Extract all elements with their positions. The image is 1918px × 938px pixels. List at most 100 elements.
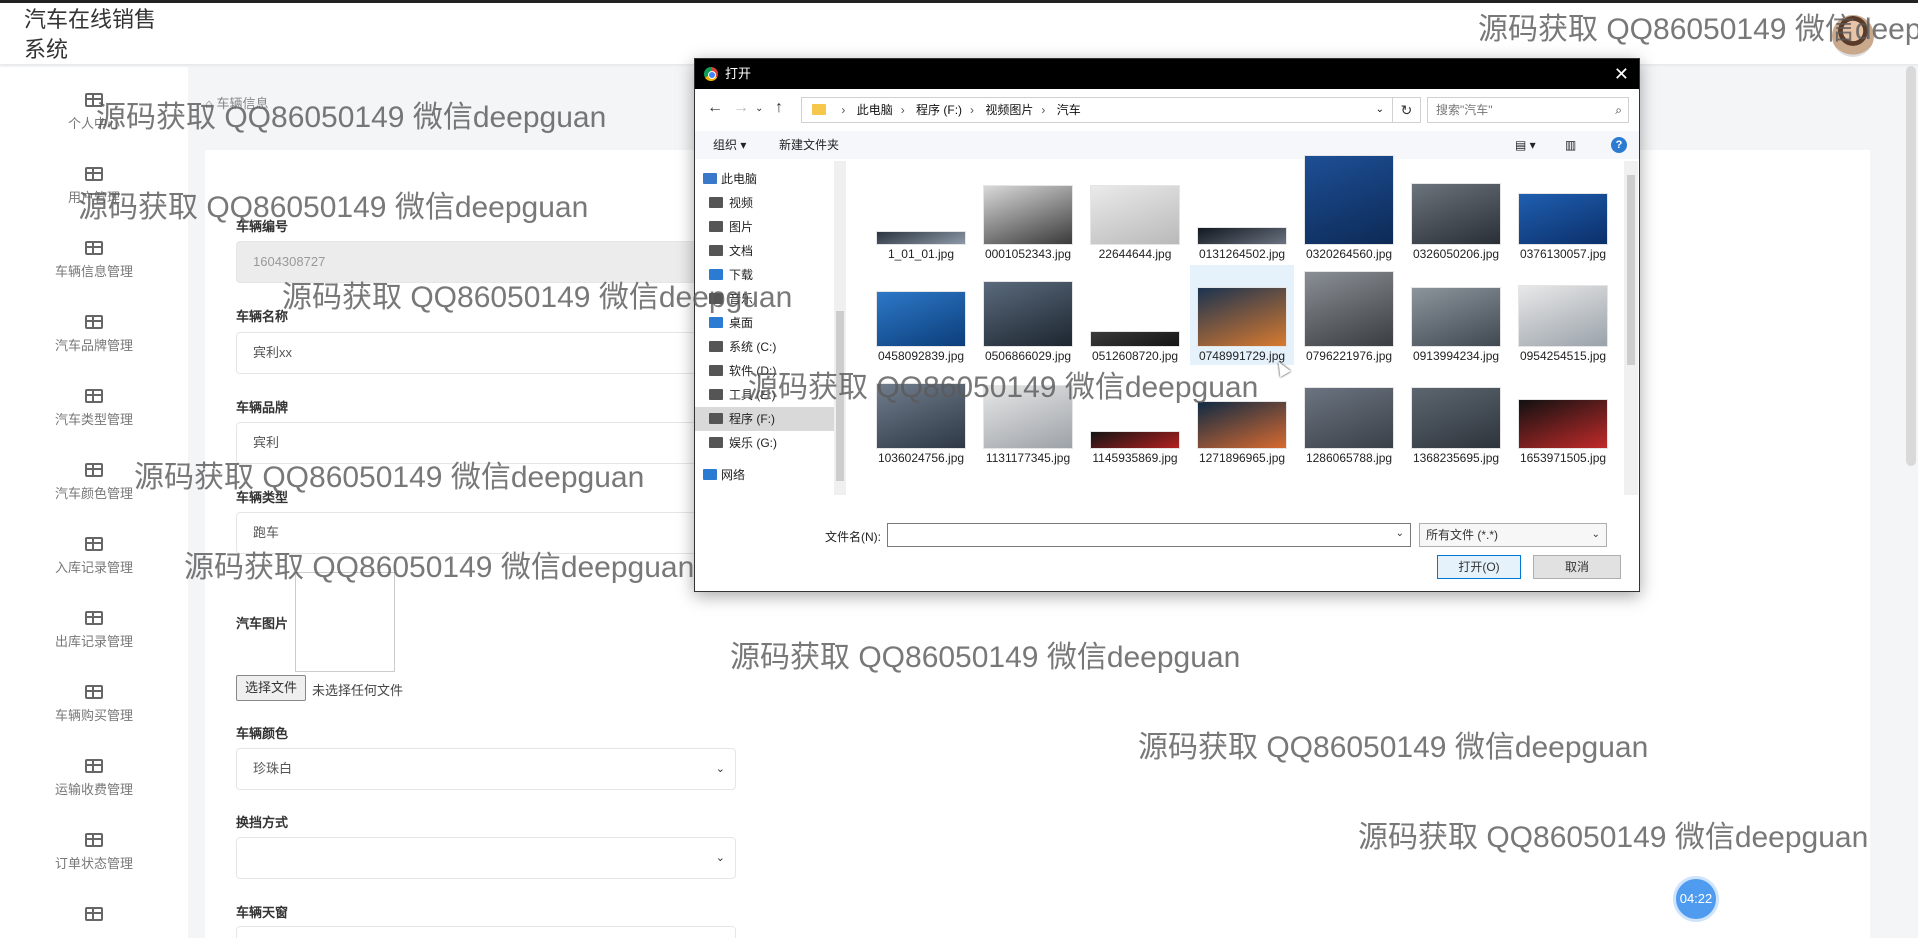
tree-item[interactable]: 娱乐 (G:) — [695, 431, 835, 455]
forward-arrow-icon[interactable]: → — [733, 99, 749, 117]
sidebar-item[interactable] — [0, 893, 188, 938]
file-item[interactable]: 1_01_01.jpg — [869, 163, 973, 263]
file-name: 0001052343.jpg — [984, 247, 1072, 261]
choose-file-button[interactable]: 选择文件 — [236, 675, 306, 701]
tree-item[interactable]: 网络 — [695, 463, 835, 487]
path-part[interactable]: 程序 (F:) — [916, 103, 962, 117]
document-folder-icon — [709, 245, 723, 256]
drive-icon — [709, 365, 723, 376]
address-bar[interactable]: › 此电脑 › 程序 (F:) › 视频图片 › 汽车 ⌄ — [801, 97, 1393, 123]
chevron-down-icon: ⌄ — [1591, 529, 1600, 540]
sidebar-item[interactable]: 汽车类型管理 — [0, 375, 188, 449]
dialog-titlebar: 打开 ✕ — [695, 59, 1639, 89]
file-item[interactable]: 0913994234.jpg — [1404, 265, 1508, 365]
color-select[interactable]: 珍珠白 ⌄ — [236, 748, 736, 790]
cancel-button[interactable]: 取消 — [1533, 555, 1621, 579]
page-scrollbar[interactable] — [1906, 66, 1916, 466]
image-thumbnail — [1304, 271, 1394, 347]
sidebar-item[interactable]: 个人中心 — [0, 79, 188, 153]
sidebar-item[interactable]: 车辆购买管理 — [0, 671, 188, 745]
file-item[interactable]: 0748991729.jpg — [1190, 265, 1294, 365]
file-item[interactable]: 1286065788.jpg — [1297, 367, 1401, 467]
open-button[interactable]: 打开(O) — [1437, 555, 1521, 579]
file-item[interactable]: 1036024756.jpg — [869, 367, 973, 467]
file-item[interactable]: 1131177345.jpg — [976, 367, 1080, 467]
file-item[interactable]: 22644644.jpg — [1083, 163, 1187, 263]
tree-item[interactable]: 下载 — [695, 263, 835, 287]
file-item[interactable]: 1271896965.jpg — [1190, 367, 1294, 467]
home-icon[interactable]: ⌂ — [205, 96, 216, 111]
car-name-input[interactable]: 宾利xx — [236, 332, 736, 374]
type-select[interactable]: 跑车 — [236, 512, 736, 554]
tree-scrollbar[interactable] — [834, 161, 846, 495]
file-item[interactable]: 0796221976.jpg — [1297, 265, 1401, 365]
tree-item[interactable]: 系统 (C:) — [695, 335, 835, 359]
sidebar-item[interactable]: 出库记录管理 — [0, 597, 188, 671]
tree-item[interactable]: 工具 (E:) — [695, 383, 835, 407]
file-item[interactable]: 0326050206.jpg — [1404, 163, 1508, 263]
search-input[interactable]: 搜索"汽车" ⌕ — [1427, 97, 1629, 123]
image-thumbnail — [983, 185, 1073, 245]
sidebar-item[interactable]: 运输收费管理 — [0, 745, 188, 819]
tree-item[interactable]: 音乐 — [695, 287, 835, 311]
file-item[interactable]: 0376130057.jpg — [1511, 163, 1615, 263]
view-options-icon[interactable]: ▤ ▾ — [1515, 131, 1536, 159]
image-thumbnail — [1304, 155, 1394, 245]
gear-select[interactable]: ⌄ — [236, 837, 736, 879]
chevron-down-icon[interactable]: ⌄ — [1396, 528, 1404, 539]
filetype-select[interactable]: 所有文件 (*.*) ⌄ — [1419, 523, 1607, 547]
sunroof-select[interactable] — [236, 926, 736, 938]
file-item[interactable]: 1653971505.jpg — [1511, 367, 1615, 467]
video-folder-icon — [709, 197, 723, 208]
file-item[interactable]: 0954254515.jpg — [1511, 265, 1615, 365]
file-item[interactable]: 1368235695.jpg — [1404, 367, 1508, 467]
sidebar-item[interactable]: 汽车品牌管理 — [0, 301, 188, 375]
file-item[interactable]: 0458092839.jpg — [869, 265, 973, 365]
tree-item-label: 下载 — [729, 268, 754, 282]
sidebar-item[interactable]: 入库记录管理 — [0, 523, 188, 597]
path-part[interactable]: 视频图片 — [985, 103, 1033, 117]
file-item[interactable]: 0001052343.jpg — [976, 163, 1080, 263]
file-item[interactable]: 1145935869.jpg — [1083, 367, 1187, 467]
sidebar-item[interactable]: 车辆信息管理 — [0, 227, 188, 301]
sidebar-item[interactable]: 用户管理 — [0, 153, 188, 227]
files-scrollbar[interactable] — [1624, 161, 1638, 495]
chevron-down-icon[interactable]: ⌄ — [1376, 98, 1384, 122]
recent-chevron-icon[interactable]: ⌄ — [755, 103, 763, 114]
path-part[interactable]: 汽车 — [1057, 103, 1081, 117]
file-item[interactable]: 0320264560.jpg — [1297, 155, 1401, 263]
tree-item[interactable]: 桌面 — [695, 311, 835, 335]
file-item[interactable]: 0512608720.jpg — [1083, 265, 1187, 365]
tree-item-label: 音乐 — [729, 292, 754, 306]
tree-item[interactable]: 视频 — [695, 191, 835, 215]
user-avatar[interactable] — [1832, 15, 1874, 57]
file-name: 22644644.jpg — [1098, 247, 1172, 261]
tree-item[interactable]: 程序 (F:) — [695, 407, 835, 431]
computer-icon — [703, 173, 717, 184]
refresh-icon[interactable]: ↻ — [1393, 97, 1421, 123]
path-part[interactable]: 此电脑 — [857, 103, 893, 117]
timer-badge: 04:22 — [1673, 876, 1719, 922]
file-item[interactable]: 0131264502.jpg — [1190, 163, 1294, 263]
sidebar-item[interactable]: 订单状态管理 — [0, 819, 188, 893]
filename-input[interactable]: ⌄ — [887, 523, 1411, 547]
tree-item[interactable]: 文档 — [695, 239, 835, 263]
tree-item[interactable]: 图片 — [695, 215, 835, 239]
preview-pane-icon[interactable]: ▥ — [1565, 131, 1576, 159]
close-icon[interactable]: ✕ — [1614, 59, 1629, 89]
brand-select[interactable]: 宾利 — [236, 422, 736, 464]
image-thumbnail — [1304, 387, 1394, 449]
tree-item[interactable]: 此电脑 — [695, 167, 835, 191]
tree-item[interactable]: 软件 (D:) — [695, 359, 835, 383]
sidebar-item[interactable]: 汽车颜色管理 — [0, 449, 188, 523]
picture-folder-icon — [709, 221, 723, 232]
tree-item-label: 系统 (C:) — [729, 340, 777, 354]
organize-button[interactable]: 组织 ▾ — [713, 131, 746, 159]
file-item[interactable]: 0506866029.jpg — [976, 265, 1080, 365]
back-arrow-icon[interactable]: ← — [707, 99, 723, 117]
table-icon — [85, 759, 103, 773]
help-icon[interactable]: ? — [1611, 137, 1627, 153]
sidebar-item-label: 订单状态管理 — [54, 856, 133, 871]
up-arrow-icon[interactable]: ↑ — [775, 99, 783, 117]
new-folder-button[interactable]: 新建文件夹 — [779, 131, 839, 159]
